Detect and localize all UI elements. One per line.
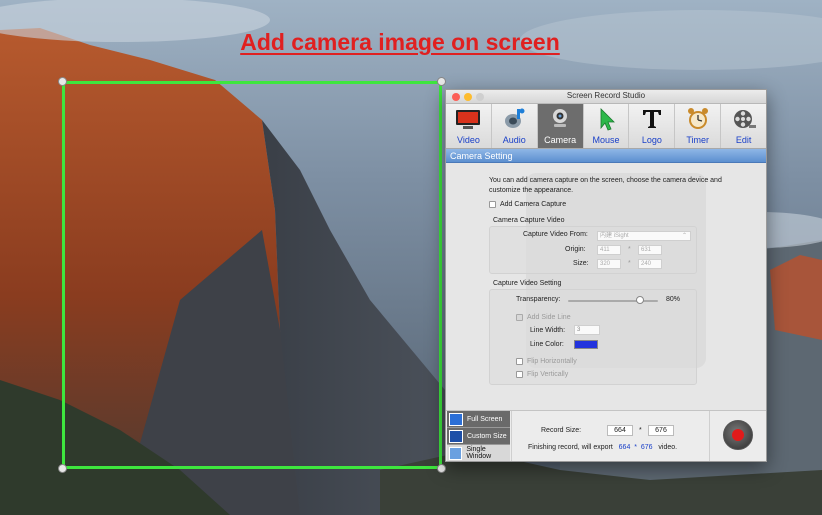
times-symbol: *: [628, 246, 631, 253]
tab-label: Timer: [686, 135, 710, 145]
size-height-field[interactable]: 240: [638, 259, 662, 269]
size-width-field[interactable]: 320: [597, 259, 621, 269]
export-height: 676: [640, 444, 653, 451]
checkbox-box[interactable]: [516, 358, 523, 365]
record-size-label: Record Size:: [541, 427, 582, 434]
checkbox-label: Flip Horizontally: [527, 358, 577, 365]
tab-label: Edit: [735, 135, 752, 145]
tab-audio[interactable]: Audio: [492, 104, 538, 148]
resize-handle-top-right[interactable]: [437, 77, 446, 86]
add-camera-capture-checkbox[interactable]: Add Camera Capture: [489, 201, 566, 208]
tab-timer[interactable]: Timer: [675, 104, 722, 148]
text-t-icon: [637, 106, 667, 132]
line-width-stepper[interactable]: 3: [574, 325, 600, 335]
tab-video[interactable]: Video: [446, 104, 492, 148]
checkbox-box[interactable]: [516, 371, 523, 378]
export-suffix: video.: [658, 444, 678, 451]
mode-label: Single Window: [466, 446, 492, 460]
checkbox-box[interactable]: [489, 201, 496, 208]
resize-handle-bottom-right[interactable]: [437, 464, 446, 473]
webcam-icon: [545, 106, 575, 132]
record-button[interactable]: [723, 420, 753, 450]
transparency-slider-knob[interactable]: [636, 296, 644, 304]
transparency-value: 80%: [666, 296, 681, 303]
camera-settings-panel: You can add camera capture on the screen…: [446, 163, 766, 418]
tab-mouse[interactable]: Mouse: [584, 104, 630, 148]
intro-text: You can add camera capture on the screen…: [489, 177, 722, 194]
transparency-label: Transparency:: [516, 296, 561, 303]
camera-capture-video-group: Capture Video From: 内建 iSight ⌃ Origin: …: [489, 226, 697, 274]
camera-capture-video-title: Camera Capture Video: [493, 217, 565, 224]
tab-label: Logo: [641, 135, 662, 145]
origin-x-field[interactable]: 411: [597, 245, 621, 255]
record-bar: Full Screen Custom Size Single Window Re…: [446, 410, 766, 462]
custom-size-icon: [449, 429, 463, 443]
capture-from-value: 内建 iSight: [600, 233, 629, 239]
divider: [709, 411, 710, 461]
times-symbol: *: [639, 427, 642, 434]
capture-from-select[interactable]: 内建 iSight ⌃: [597, 231, 691, 241]
tab-camera[interactable]: Camera: [537, 104, 584, 148]
checkbox-label: Add Side Line: [527, 314, 571, 321]
mode-single-window[interactable]: Single Window: [447, 445, 510, 462]
section-header: Camera Setting: [446, 149, 766, 163]
line-width-label: Line Width:: [530, 327, 566, 334]
divider: [511, 411, 512, 461]
times-symbol: *: [634, 444, 637, 451]
monitor-icon: [453, 106, 483, 132]
single-window-icon: [449, 446, 463, 460]
tab-label: Camera: [544, 135, 577, 145]
window-title: Screen Record Studio: [566, 91, 646, 100]
checkbox-label: Add Camera Capture: [500, 201, 567, 208]
alarm-clock-icon: [683, 106, 713, 132]
title-bar: Screen Record Studio: [446, 90, 766, 104]
full-screen-icon: [449, 412, 463, 426]
resize-handle-top-left[interactable]: [58, 77, 67, 86]
line-width-value: 3: [577, 327, 581, 333]
size-label: Size:: [573, 260, 589, 267]
times-symbol: *: [628, 260, 631, 267]
mode-full-screen[interactable]: Full Screen: [447, 411, 510, 428]
line-color-label: Line Color:: [530, 341, 564, 348]
cursor-icon: [591, 106, 621, 132]
capture-area-selection[interactable]: [62, 81, 442, 469]
origin-y-field[interactable]: 631: [638, 245, 662, 255]
tab-label: Video: [457, 135, 480, 145]
capture-video-setting-title: Capture Video Setting: [493, 280, 562, 287]
tab-label: Audio: [502, 135, 526, 145]
mode-label: Custom Size: [467, 432, 507, 440]
checkbox-box[interactable]: [516, 314, 523, 321]
microphone-icon: [499, 106, 529, 132]
checkbox-label: Flip Vertically: [527, 371, 569, 378]
flip-horizontally-checkbox[interactable]: Flip Horizontally: [516, 358, 577, 365]
origin-label: Origin:: [565, 246, 586, 253]
record-width-field[interactable]: 664: [607, 425, 633, 436]
resize-handle-bottom-left[interactable]: [58, 464, 67, 473]
flip-vertically-checkbox[interactable]: Flip Vertically: [516, 371, 568, 378]
record-dot-icon: [732, 429, 744, 441]
mode-custom-size[interactable]: Custom Size: [447, 428, 510, 445]
tab-label: Mouse: [592, 135, 620, 145]
headline: Add camera image on screen: [240, 29, 560, 55]
export-info: Finishing record, will export 664 * 676 …: [528, 444, 677, 451]
transparency-slider[interactable]: [568, 300, 658, 302]
film-reel-icon: [729, 106, 759, 132]
add-side-line-checkbox[interactable]: Add Side Line: [516, 314, 571, 321]
tab-logo[interactable]: Logo: [629, 104, 676, 148]
toolbar: Video Audio Camera Mouse Logo Timer Edit: [446, 104, 766, 149]
chevron-updown-icon: ⌃: [681, 233, 687, 239]
tab-edit[interactable]: Edit: [721, 104, 766, 148]
export-prefix: Finishing record, will export: [528, 444, 613, 451]
record-height-field[interactable]: 676: [648, 425, 674, 436]
capture-video-setting-group: Transparency: 80% Add Side Line Line Wid…: [489, 289, 697, 385]
app-window: Screen Record Studio Video Audio Camera …: [445, 89, 767, 462]
capture-from-label: Capture Video From:: [523, 231, 588, 238]
line-color-swatch[interactable]: [574, 340, 598, 349]
mode-label: Full Screen: [467, 415, 503, 423]
export-width: 664: [618, 444, 631, 451]
